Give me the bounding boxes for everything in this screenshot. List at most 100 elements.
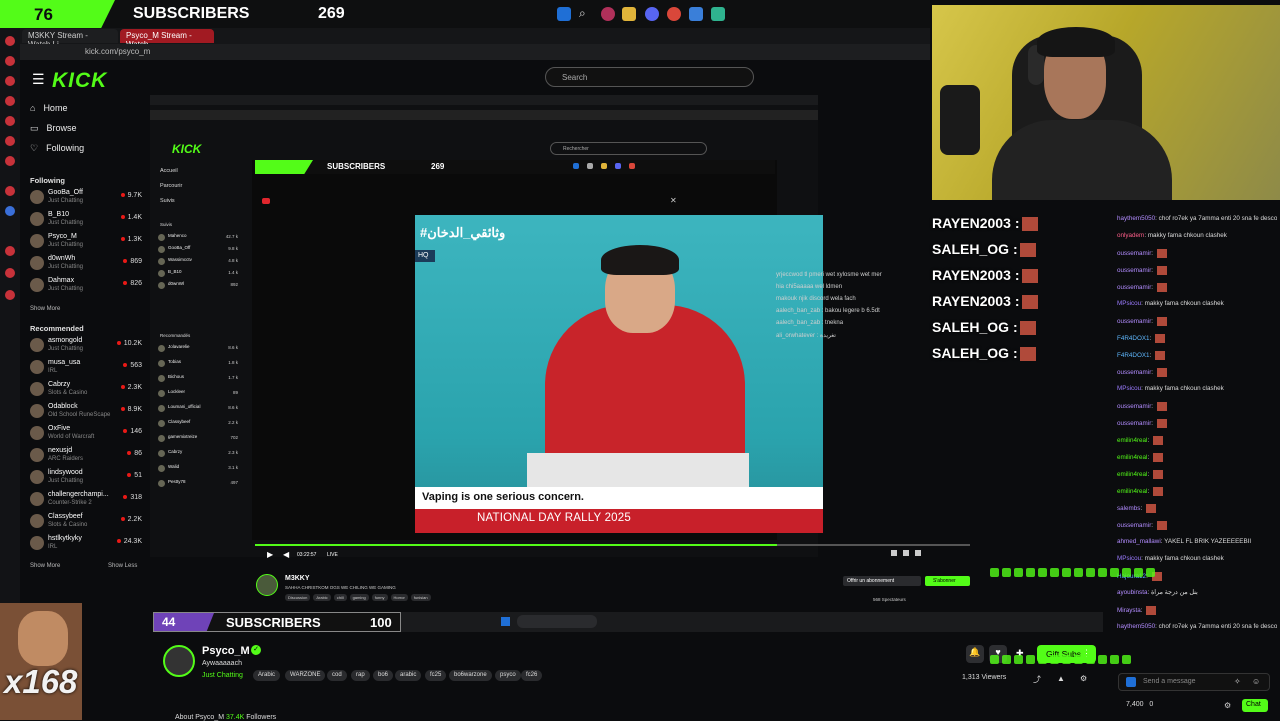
sidebar-channel[interactable]: OxFive World of Warcraft 146 [30, 425, 142, 447]
address-bar[interactable]: kick.com/psyco_m [20, 44, 930, 60]
menu-icon[interactable]: ☰ [32, 71, 45, 88]
discord-icon[interactable] [645, 7, 659, 21]
search-input[interactable]: Search [545, 67, 754, 87]
sidebar-channel[interactable]: B_B10 Just Chatting 1.4K [30, 211, 142, 233]
settings-icon[interactable]: ⚙ [1080, 674, 1087, 683]
stream-tag[interactable]: rap [351, 670, 370, 681]
emote-icon[interactable] [1146, 568, 1155, 577]
sidebar-channel[interactable]: musa_usa IRL 563 [30, 359, 142, 381]
emote-icon[interactable] [1050, 655, 1059, 664]
chat-username[interactable]: oussemamir [1117, 267, 1151, 274]
emote-icon[interactable] [1062, 568, 1071, 577]
sidebar-channel[interactable]: nexusjd ARC Raiders 86 [30, 447, 142, 469]
chat-input[interactable]: Send a message [1118, 673, 1270, 691]
emote-icon[interactable] [1074, 655, 1083, 664]
stream-tag[interactable]: cod [327, 670, 347, 681]
video-frame[interactable]: #وثائقي_الدخان HQ Vaping is one serious … [415, 215, 823, 533]
sidebar-channel[interactable]: Classybeef Slots & Casino 2.2K [30, 513, 142, 535]
emote-icon[interactable] [1002, 568, 1011, 577]
chat-username[interactable]: emilin4real [1117, 437, 1147, 444]
emote-icon[interactable] [1134, 568, 1143, 577]
emote-icon[interactable] [1086, 568, 1095, 577]
search-icon[interactable]: ⌕ [579, 6, 586, 21]
chat-username[interactable]: ahmed_mallawi [1117, 538, 1161, 545]
avatar[interactable] [163, 645, 195, 677]
sidebar-channel[interactable]: Psyco_M Just Chatting 1.3K [30, 233, 142, 255]
stream-tag[interactable]: bo6 [373, 670, 394, 681]
show-more-following[interactable]: Show More [30, 306, 60, 312]
show-more-recommended[interactable]: Show More [30, 563, 60, 569]
emote-icon[interactable] [1038, 568, 1047, 577]
stream-tag[interactable]: fc26 [521, 670, 543, 681]
chat-username[interactable]: salembs [1117, 505, 1140, 512]
volume-icon[interactable]: ◀ [283, 550, 289, 559]
chat-username[interactable]: oussemamir [1117, 522, 1151, 529]
sidebar-channel[interactable]: lindsywood Just Chatting 51 [30, 469, 142, 491]
theater-icon[interactable] [903, 550, 909, 556]
emote-icon[interactable] [1026, 655, 1035, 664]
chat-username[interactable]: oussemamir [1117, 250, 1151, 257]
chat-username[interactable]: onlyadem [1117, 232, 1144, 239]
app-icon-1[interactable] [601, 7, 615, 21]
chat-username[interactable]: MPsicou [1117, 385, 1141, 392]
tab-psyco[interactable]: Psyco_M Stream - Watch ... [120, 29, 214, 49]
sidebar-channel[interactable]: Odablock Old School RuneScape 8.9K [30, 403, 142, 425]
emote-icon[interactable] [1062, 655, 1071, 664]
chat-username[interactable]: emilin4real [1117, 488, 1147, 495]
streamer-name[interactable]: Psyco_M [202, 645, 250, 657]
nav-following[interactable]: ♡ Following [30, 143, 84, 154]
emote-icon[interactable] [1098, 655, 1107, 664]
emote-icon[interactable] [990, 568, 999, 577]
clip-icon[interactable]: ▲ [1057, 674, 1065, 683]
nav-browse[interactable]: ▭ Browse [30, 123, 77, 134]
emote-icon[interactable] [1098, 568, 1107, 577]
stream-tag[interactable]: Arabic [253, 670, 281, 681]
chat-username[interactable]: ayoubinsta [1117, 589, 1147, 596]
folder-icon[interactable] [622, 7, 636, 21]
emote-icon[interactable] [1110, 568, 1119, 577]
chat-settings-icon[interactable]: ⚙ [1224, 701, 1231, 710]
bell-icon[interactable]: 🔔 [966, 645, 984, 663]
sidebar-channel[interactable]: hstlkytkyky IRL 24.3K [30, 535, 142, 557]
chat-username[interactable]: F4R4DOX1 [1117, 352, 1150, 359]
sparkle-icon[interactable]: ✧ [1234, 677, 1241, 686]
sidebar-channel[interactable]: challengerchampi... Counter-Strike 2 318 [30, 491, 142, 513]
stream-tag[interactable]: psyco [495, 670, 521, 681]
sidebar-channel[interactable]: asmongold Just Chatting 10.2K [30, 337, 142, 359]
emote-icon[interactable] [1038, 655, 1047, 664]
chat-username[interactable]: F4R4DOX1 [1117, 335, 1150, 342]
stream-tag[interactable]: arabic [395, 670, 422, 681]
share-icon[interactable]: ⤴ [1033, 674, 1041, 685]
emote-icon[interactable] [1122, 655, 1131, 664]
kick-logo[interactable]: KICK [52, 69, 107, 93]
stream-tag[interactable]: fc25 [425, 670, 447, 681]
stream-category[interactable]: Just Chatting [202, 672, 243, 679]
emote-picker-icon[interactable] [1126, 677, 1136, 687]
windows-start-icon[interactable] [557, 7, 571, 21]
tab-m3kky[interactable]: M3KKY Stream - Watch Li... [22, 29, 118, 49]
emoji-icon[interactable]: ☺ [1252, 677, 1260, 686]
emote-icon[interactable] [1074, 568, 1083, 577]
settings-icon[interactable] [891, 550, 897, 556]
emote-icon[interactable] [1050, 568, 1059, 577]
app-icon-2[interactable] [711, 7, 725, 21]
stream-tag[interactable]: bo6warzone [449, 670, 492, 681]
chat-username[interactable]: oussemamir [1117, 420, 1151, 427]
chat-username[interactable]: emilin4real [1117, 471, 1147, 478]
emote-icon[interactable] [1110, 655, 1119, 664]
chat-username[interactable]: haythem5050 [1117, 215, 1155, 222]
chat-username[interactable]: Miraysta [1117, 607, 1141, 614]
video-progress-bar[interactable] [255, 544, 970, 546]
emote-icon[interactable] [1002, 655, 1011, 664]
chat-username[interactable]: oussemamir [1117, 403, 1151, 410]
emote-icon[interactable] [1014, 568, 1023, 577]
sidebar-channel[interactable]: Cabrzy Slots & Casino 2.3K [30, 381, 142, 403]
stream-tag[interactable]: WARZONE [285, 670, 326, 681]
chat-username[interactable]: haythem5050 [1117, 623, 1155, 630]
emote-icon[interactable] [1122, 568, 1131, 577]
chat-send-button[interactable]: Chat [1242, 699, 1268, 712]
emote-icon[interactable] [1026, 568, 1035, 577]
chat-username[interactable]: emilin4real [1117, 454, 1147, 461]
sidebar-channel[interactable]: d0wnWh Just Chatting 869 [30, 255, 142, 277]
chat-username[interactable]: MPsicou [1117, 300, 1141, 307]
